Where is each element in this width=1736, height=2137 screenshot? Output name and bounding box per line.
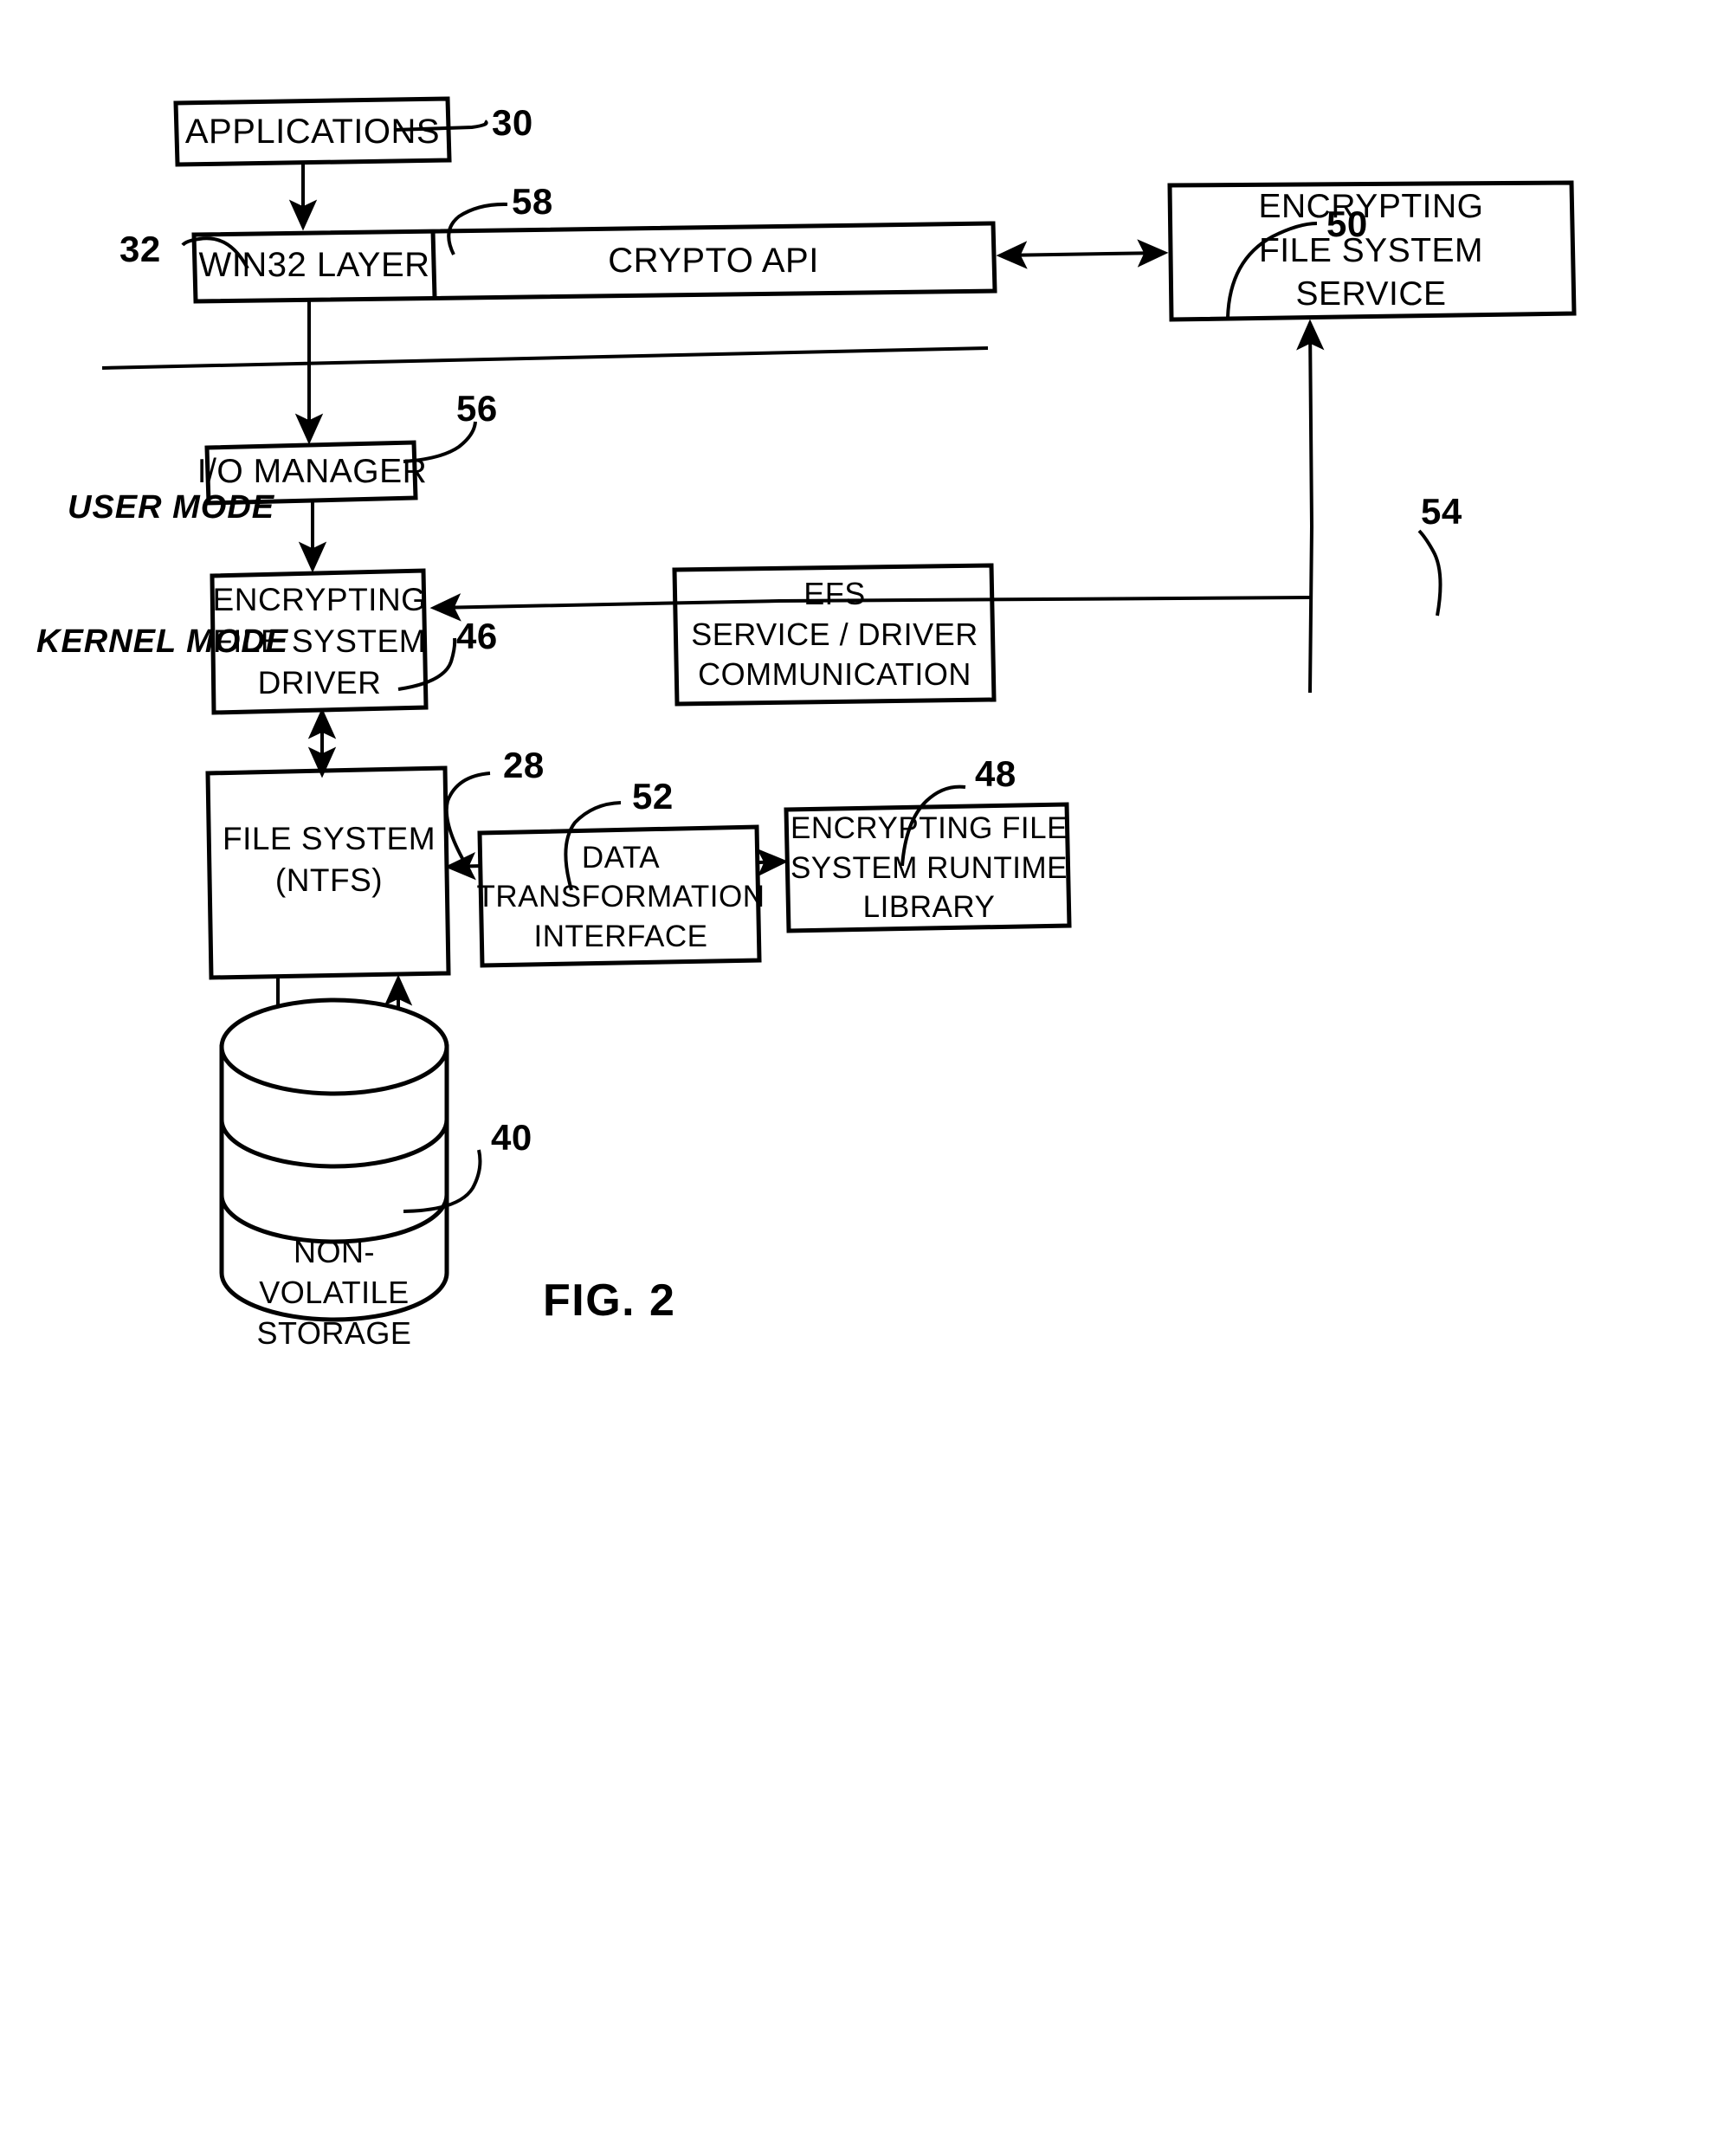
ref-30: 30 xyxy=(492,102,533,143)
label-kernel-mode: KERNEL MODE xyxy=(36,623,289,660)
ref-56: 56 xyxy=(456,388,498,429)
ref-40: 40 xyxy=(491,1117,532,1158)
ref-48: 48 xyxy=(975,753,1016,794)
figure-caption: FIG. 2 xyxy=(543,1275,676,1326)
node-non-volatile-storage[interactable]: NON-VOLATILE STORAGE xyxy=(222,1232,447,1353)
box-efs-runtime-library xyxy=(784,802,1072,933)
ref-28: 28 xyxy=(503,745,545,785)
box-applications xyxy=(173,96,452,167)
ref-46: 46 xyxy=(456,616,498,656)
box-efs-communication xyxy=(672,563,997,707)
diagram-canvas xyxy=(101,96,1577,1322)
ref-54: 54 xyxy=(1421,491,1462,532)
ref-58: 58 xyxy=(512,181,553,222)
node-non-volatile-storage-line2: STORAGE xyxy=(256,1314,412,1351)
leader-54 xyxy=(1417,529,1442,617)
patent-figure: APPLICATIONS 30 WIN32 LAYER 32 CRYPTO AP… xyxy=(0,0,1736,2137)
box-win32-crypto xyxy=(191,221,997,304)
ref-50: 50 xyxy=(1326,203,1368,244)
ref-52: 52 xyxy=(632,776,674,817)
node-non-volatile-storage-line1: NON-VOLATILE xyxy=(259,1234,410,1310)
box-file-system xyxy=(205,765,451,980)
box-data-transformation xyxy=(477,824,762,968)
arrow-efs-comm-to-efs-service xyxy=(1296,319,1325,694)
mode-divider-line xyxy=(101,346,989,370)
arrow-crypto-api-to-efs-service xyxy=(996,239,1169,269)
label-user-mode: USER MODE xyxy=(68,489,275,526)
ref-32: 32 xyxy=(119,229,161,269)
